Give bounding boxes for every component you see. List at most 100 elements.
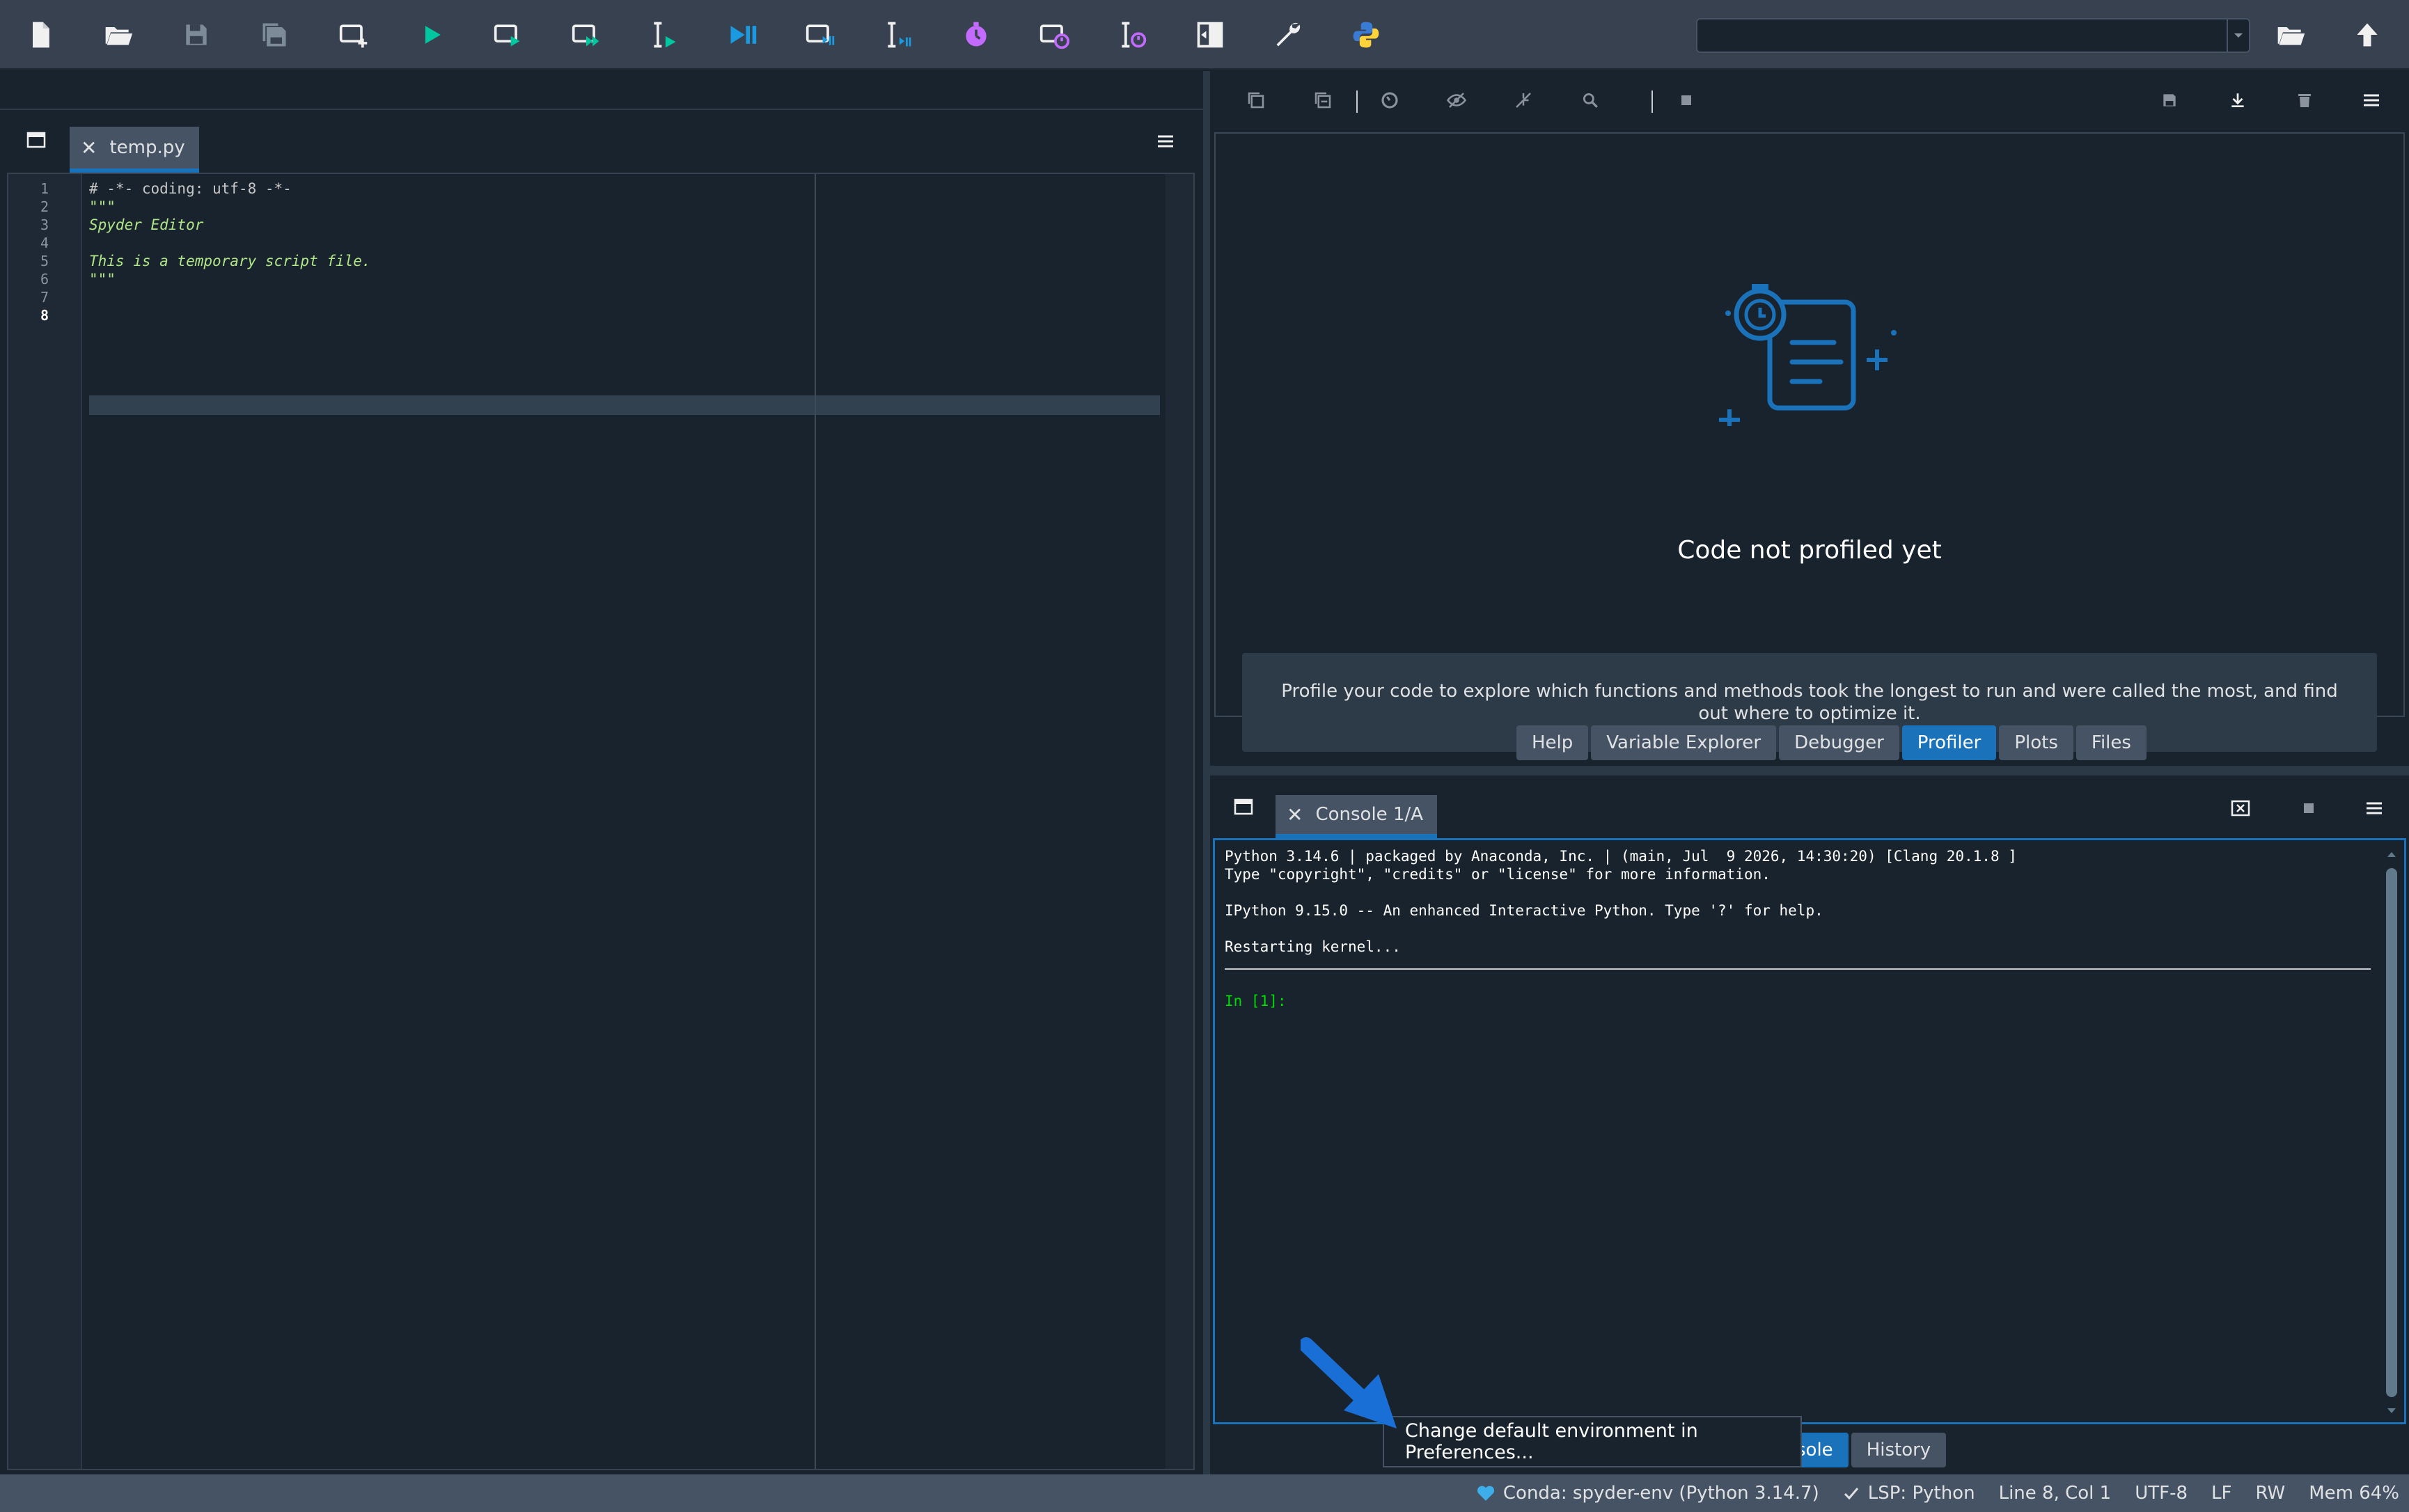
new-cell-icon[interactable] [334,15,373,54]
console-tab-bar: sole History [1781,1433,1947,1467]
save-all-icon[interactable] [255,15,294,54]
vertical-splitter[interactable] [1203,71,1210,1474]
editor-title-bar [0,71,1203,110]
line-number: 2 [40,198,49,215]
debug-file-icon[interactable] [723,15,762,54]
code-line[interactable]: """ [89,270,1161,288]
python-path-icon[interactable] [1347,15,1386,54]
tab-plots[interactable]: Plots [1999,725,2073,760]
code-line[interactable] [89,288,1161,306]
debug-selection-icon[interactable] [879,15,918,54]
scrollbar-thumb[interactable] [2386,868,2397,1397]
save-data-icon[interactable] [2156,86,2183,114]
line-number: 1 [40,180,49,197]
callers-callees-icon[interactable] [1509,86,1537,114]
toolbar-separator [1356,90,1358,113]
console-scrollbar[interactable] [2383,847,2400,1418]
console-output[interactable]: Python 3.14.6 | packaged by Anaconda, In… [1225,847,2367,1010]
line-number: 8 [40,307,49,324]
profile-file-icon[interactable] [957,15,996,54]
editor-tab-bar: ✕ temp.py [0,111,1203,173]
working-directory-combobox[interactable] [1696,18,2250,53]
tab-debugger[interactable]: Debugger [1779,725,1899,760]
tab-history[interactable]: History [1851,1433,1947,1467]
undock-window-icon[interactable] [1231,796,1256,817]
tab-files[interactable]: Files [2075,725,2147,760]
code-editor[interactable]: 12345678 # -*- coding: utf-8 -*- """ Spyde… [7,173,1195,1470]
open-file-icon[interactable] [99,15,138,54]
console-prompt[interactable]: In [1]: [1225,992,2367,1010]
status-rw-mode: RW [2255,1483,2286,1504]
status-lsp[interactable]: LSP: Python [1843,1483,1975,1504]
tab-help[interactable]: Help [1516,725,1589,760]
profile-cell-icon[interactable] [1035,15,1074,54]
console-line: Python 3.14.6 | packaged by Anaconda, In… [1225,848,2017,865]
tab-label: temp.py [109,137,185,158]
editor-pane: ✕ temp.py 123 4 5 678 # -*- coding: utf-8 -… [0,71,1203,1474]
options-menu-icon[interactable] [2357,86,2385,114]
tab-label: Console 1/A [1315,804,1424,825]
line-number: 6 [40,271,49,288]
editor-scrollbar[interactable] [1166,174,1193,1469]
profiler-pane: Code not profiled yet Profile your code … [1210,71,2409,767]
profiler-timer-document-icon [1719,284,1897,426]
close-tab-icon[interactable]: ✕ [1287,803,1303,826]
run-cell-advance-icon[interactable] [567,15,606,54]
code-line[interactable]: This is a temporary script file. [89,252,1161,270]
status-lsp-label: LSP: Python [1867,1483,1975,1504]
run-file-icon[interactable] [412,15,451,54]
options-menu-icon[interactable] [1153,131,1178,152]
folder-open-icon[interactable] [2271,15,2310,54]
undock-window-icon[interactable] [24,129,49,150]
clear-data-trash-icon[interactable] [2291,86,2318,114]
scroll-up-icon[interactable] [2386,850,2397,858]
options-menu-icon[interactable] [2362,798,2387,819]
edge-line [815,174,816,1469]
run-cell-icon[interactable] [489,15,528,54]
tab-profiler[interactable]: Profiler [1901,725,1997,760]
load-data-icon[interactable] [2224,86,2252,114]
collapse-all-icon[interactable] [1309,86,1337,114]
debug-cell-icon[interactable] [801,15,840,54]
code-line[interactable] [89,306,1161,324]
search-icon[interactable] [1576,86,1604,114]
tab-temp-py[interactable]: ✕ temp.py [70,127,199,173]
chevron-down-icon[interactable] [2227,19,2249,52]
status-environment[interactable]: Conda: spyder-env (Python 3.14.7) [1477,1483,1819,1504]
code-line[interactable]: Spyder Editor [89,216,1161,234]
toolbar-separator [1651,90,1653,113]
console-line: Restarting kernel... [1225,938,1401,955]
expand-all-icon[interactable] [1242,86,1270,114]
preferences-wrench-icon[interactable] [1269,15,1308,54]
hide-eye-icon[interactable] [1443,86,1470,114]
heart-icon [1477,1486,1494,1501]
code-line[interactable]: """ [89,198,1161,216]
close-tab-icon[interactable]: ✕ [81,136,97,159]
save-file-icon[interactable] [177,15,216,54]
new-file-icon[interactable] [21,15,60,54]
horizontal-splitter[interactable] [1210,766,2409,775]
code-text[interactable]: # -*- coding: utf-8 -*- """ Spyder Editor T… [89,180,1161,324]
current-line-highlight [89,395,1160,415]
console-spacer [1225,956,2367,974]
profiler-empty-state: Code not profiled yet Profile your code … [1214,132,2405,752]
profiler-toolbar [1210,71,2409,129]
code-line[interactable]: # -*- coding: utf-8 -*- [89,180,1161,198]
stop-icon[interactable] [1672,86,1700,114]
profile-selection-icon[interactable] [1113,15,1152,54]
interrupt-kernel-stop-icon[interactable] [2296,798,2321,819]
environment-tooltip: Change default environment in Preference… [1383,1416,1802,1467]
tab-console-1a[interactable]: ✕ Console 1/A [1276,795,1438,838]
slow-locals-icon[interactable] [1376,86,1404,114]
arrow-up-icon[interactable] [2348,15,2387,54]
code-line[interactable] [89,234,1161,252]
clear-console-icon[interactable] [2228,798,2253,819]
maximize-pane-icon[interactable] [1191,15,1230,54]
run-selection-icon[interactable] [645,15,684,54]
tab-variable-explorer[interactable]: Variable Explorer [1591,725,1777,760]
console-restart-separator [1225,968,2371,970]
scroll-down-icon[interactable] [2386,1407,2397,1415]
line-number: 5 [40,253,49,269]
